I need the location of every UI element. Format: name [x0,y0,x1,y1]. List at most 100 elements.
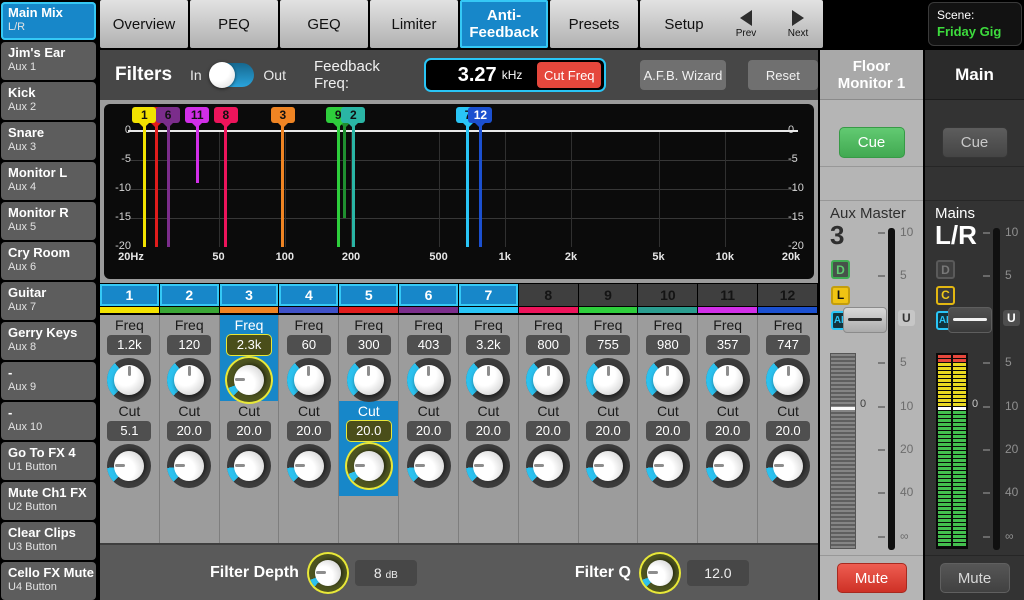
band-10-cut-knob[interactable] [646,444,690,488]
sidebar-item-blank[interactable]: -Aux 9 [1,362,96,400]
band-7-freq-knob[interactable] [466,358,510,402]
band-header-6[interactable]: 6 [399,284,458,306]
band-7-cut-value[interactable]: 20.0 [466,421,510,441]
next-channel-button[interactable]: Next [773,0,823,48]
band-5-freq-knob[interactable] [347,358,391,402]
sidebar-item-clear-clips[interactable]: Clear ClipsU3 Button [1,522,96,560]
band-8-cut-knob[interactable] [526,444,570,488]
sidebar-item-main-mix[interactable]: Main MixL/R [1,2,96,40]
band-4-cut-knob[interactable] [287,444,331,488]
band-header-11[interactable]: 11 [698,284,757,306]
band-header-12[interactable]: 12 [758,284,817,306]
floor-fader-handle[interactable] [843,307,887,333]
band-6-freq-knob[interactable] [407,358,451,402]
band-1-cut-knob[interactable] [107,444,151,488]
floor-cue-button[interactable]: Cue [839,127,905,158]
tab-anti-feedback[interactable]: Anti-Feedback [460,0,548,48]
band-11-freq-knob[interactable] [706,358,750,402]
sidebar-item-gerry-keys[interactable]: Gerry KeysAux 8 [1,322,96,360]
sidebar-item-blank[interactable]: -Aux 10 [1,402,96,440]
band-10-freq-knob[interactable] [646,358,690,402]
floor-fader-track[interactable] [888,228,895,550]
filters-in-out-toggle[interactable] [211,63,255,87]
sidebar-item-cello-fx-mute[interactable]: Cello FX MuteU4 Button [1,562,96,600]
band-10-freq-value[interactable]: 980 [646,335,690,355]
band-header-8[interactable]: 8 [519,284,578,306]
band-5-cut-knob[interactable] [347,444,391,488]
main-mute-button[interactable]: Mute [940,563,1010,593]
band-4-freq-knob[interactable] [287,358,331,402]
feedback-filter-flag[interactable]: 2 [341,107,365,123]
tab-overview[interactable]: Overview [100,0,188,48]
band-header-7[interactable]: 7 [459,284,518,306]
band-header-1[interactable]: 1 [100,284,159,306]
feedback-filter-flag[interactable]: 6 [156,107,180,123]
sidebar-item-cry-room[interactable]: Cry RoomAux 6 [1,242,96,280]
band-9-cut-knob[interactable] [586,444,630,488]
main-fader-track[interactable] [993,228,1000,550]
sidebar-item-guitar[interactable]: GuitarAux 7 [1,282,96,320]
reset-button[interactable]: Reset [748,60,818,90]
sidebar-item-monitor-l[interactable]: Monitor LAux 4 [1,162,96,200]
band-header-5[interactable]: 5 [339,284,398,306]
filter-depth-value[interactable]: 8 dB [355,560,417,586]
band-6-freq-value[interactable]: 403 [407,335,451,355]
feedback-filter-flag[interactable]: 3 [271,107,295,123]
band-header-2[interactable]: 2 [160,284,219,306]
tab-geq[interactable]: GEQ [280,0,368,48]
band-5-freq-value[interactable]: 300 [347,335,391,355]
tab-setup[interactable]: Setup [640,0,728,48]
band-1-freq-value[interactable]: 1.2k [107,335,151,355]
feedback-filter-flag[interactable]: 8 [214,107,238,123]
band-9-freq-knob[interactable] [586,358,630,402]
band-8-cut-value[interactable]: 20.0 [526,421,570,441]
band-1-cut-value[interactable]: 5.1 [107,421,151,441]
feedback-filter-flag[interactable]: 11 [185,107,209,123]
band-7-freq-value[interactable]: 3.2k [466,335,510,355]
band-12-freq-value[interactable]: 747 [766,335,810,355]
tab-limiter[interactable]: Limiter [370,0,458,48]
band-6-cut-value[interactable]: 20.0 [407,421,451,441]
band-8-freq-knob[interactable] [526,358,570,402]
tab-peq[interactable]: PEQ [190,0,278,48]
sidebar-item-jim-s-ear[interactable]: Jim's EarAux 1 [1,42,96,80]
band-12-cut-value[interactable]: 20.0 [766,421,810,441]
band-header-10[interactable]: 10 [638,284,697,306]
scene-display[interactable]: Scene: Friday Gig [928,2,1022,46]
band-10-cut-value[interactable]: 20.0 [646,421,690,441]
feedback-filter-flag[interactable]: 12 [468,107,492,123]
band-4-cut-value[interactable]: 20.0 [287,421,331,441]
cut-freq-button[interactable]: Cut Freq [537,62,601,88]
filter-q-value[interactable]: 12.0 [687,560,749,586]
band-2-cut-value[interactable]: 20.0 [167,421,211,441]
band-header-9[interactable]: 9 [579,284,638,306]
prev-channel-button[interactable]: Prev [721,0,771,48]
band-6-cut-knob[interactable] [407,444,451,488]
band-3-freq-knob[interactable] [227,358,271,402]
floor-mute-button[interactable]: Mute [837,563,907,593]
band-11-cut-value[interactable]: 20.0 [706,421,750,441]
band-7-cut-knob[interactable] [466,444,510,488]
band-header-3[interactable]: 3 [220,284,279,306]
filter-q-knob[interactable] [641,554,679,592]
band-12-freq-knob[interactable] [766,358,810,402]
main-fader-handle[interactable] [948,307,992,333]
band-4-freq-value[interactable]: 60 [287,335,331,355]
band-1-freq-knob[interactable] [107,358,151,402]
band-header-4[interactable]: 4 [279,284,338,306]
sidebar-item-snare[interactable]: SnareAux 3 [1,122,96,160]
band-2-freq-value[interactable]: 120 [167,335,211,355]
band-3-cut-value[interactable]: 20.0 [227,421,271,441]
band-2-freq-knob[interactable] [167,358,211,402]
band-8-freq-value[interactable]: 800 [526,335,570,355]
band-12-cut-knob[interactable] [766,444,810,488]
afb-wizard-button[interactable]: A.F.B. Wizard [640,60,725,90]
feedback-filter-flag[interactable]: 1 [132,107,156,123]
sidebar-item-mute-ch1-fx[interactable]: Mute Ch1 FXU2 Button [1,482,96,520]
sidebar-item-go-to-fx-4[interactable]: Go To FX 4U1 Button [1,442,96,480]
sidebar-item-monitor-r[interactable]: Monitor RAux 5 [1,202,96,240]
tab-presets[interactable]: Presets [550,0,638,48]
band-3-freq-value[interactable]: 2.3k [227,335,271,355]
band-11-freq-value[interactable]: 357 [706,335,750,355]
band-2-cut-knob[interactable] [167,444,211,488]
